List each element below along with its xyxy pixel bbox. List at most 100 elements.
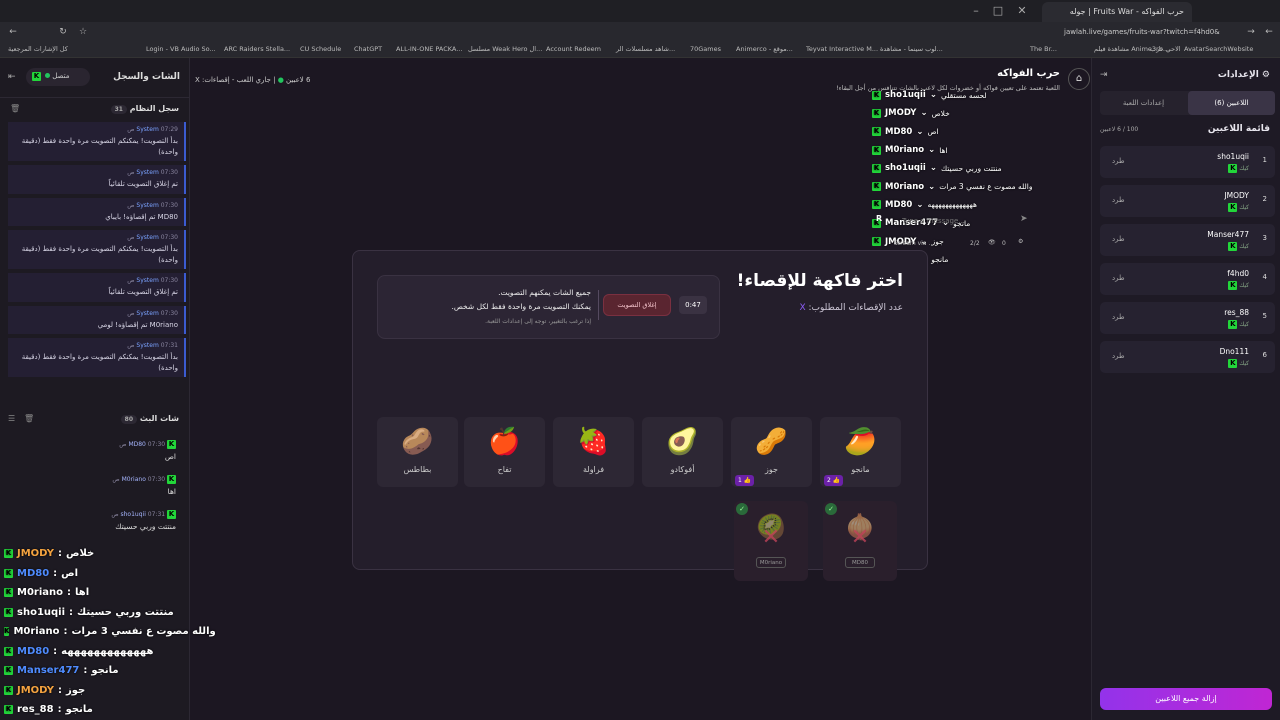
- overlay-username: MD80: [17, 567, 50, 579]
- bookmark-item[interactable]: شاهد مسلسلات الر...: [616, 45, 675, 53]
- minimize-icon[interactable]: –: [966, 4, 986, 17]
- address-bar[interactable]: jawlah.live/games/fruits-war?twitch=f4hd…: [1060, 25, 1220, 39]
- kick-logo-icon: K: [872, 200, 881, 210]
- player-rank: 3: [1262, 234, 1267, 242]
- platform-label: كيك: [1237, 165, 1249, 172]
- close-window-icon[interactable]: ✕: [1012, 4, 1032, 17]
- bookmark-item[interactable]: Teyvat Interactive M...: [806, 45, 878, 53]
- collapse-panel-icon[interactable]: ⇤: [8, 72, 16, 82]
- kick-logo-icon: K: [4, 549, 13, 559]
- separator: :: [53, 645, 58, 657]
- vote-info-line-1: جميع الشات يمكنهم التصويت.: [498, 288, 591, 297]
- bookmark-item[interactable]: 70Games: [690, 45, 721, 53]
- stream-info-row: Stream via ... 2/2 👁 0 ⚙: [876, 238, 1032, 250]
- stream-chat-title: شات البث 80: [120, 414, 179, 424]
- player-rank: 1: [1262, 156, 1267, 164]
- kick-logo-icon: K: [4, 568, 13, 578]
- collapse-settings-icon[interactable]: ⇥: [1100, 70, 1108, 80]
- overlay-message: اها: [75, 587, 90, 599]
- trash-icon[interactable]: 🗑: [24, 414, 34, 423]
- player-name: f4hd0: [1227, 269, 1249, 278]
- kick-logo-icon: K: [1228, 359, 1238, 368]
- chevron-down-icon: ⌄: [916, 199, 924, 210]
- game-status: 6 لاعبين ● | جاري اللعب - إقصاءات: X: [195, 76, 311, 84]
- trash-icon[interactable]: 🗑: [10, 104, 20, 113]
- overlay-username: MD80: [885, 199, 913, 210]
- kick-logo-icon: K: [1228, 320, 1238, 329]
- player-platform: K كيك: [1228, 242, 1249, 251]
- filter-icon[interactable]: ☰: [8, 414, 15, 423]
- online-dot-icon: [45, 73, 50, 78]
- player-row: 4 f4hd0 K كيك طرد: [1100, 263, 1275, 295]
- walnut-icon: 🥜: [755, 427, 788, 457]
- kick-all-button[interactable]: إزالة جميع اللاعبين: [1100, 688, 1272, 710]
- tab-game-settings[interactable]: إعدادات اللعبة: [1100, 91, 1187, 115]
- chevron-down-icon: ⌄: [929, 90, 937, 101]
- log-message: System 07:31 ص بدأ التصويت! يمكنكم التصوي…: [8, 338, 186, 377]
- bookmark-item[interactable]: The Br...: [1030, 45, 1057, 53]
- back-icon[interactable]: ←: [6, 25, 20, 39]
- bookmark-item[interactable]: مسلسل Weak Hero ال...: [468, 45, 542, 53]
- eye-count: 0: [1002, 240, 1006, 247]
- kick-player-button[interactable]: طرد: [1112, 196, 1125, 204]
- bookmark-item[interactable]: Account Redeem: [546, 45, 601, 53]
- potato-icon: 🥔: [401, 427, 434, 457]
- bookmark-item[interactable]: الاحي عرب: [1150, 45, 1181, 53]
- kick-logo-icon: K: [4, 705, 13, 715]
- overlay-chat-line: K M0riano ⌄ اها: [872, 141, 1092, 159]
- maximize-icon[interactable]: □: [988, 4, 1008, 17]
- send-icon[interactable]: ➤: [1020, 214, 1028, 224]
- bookmark-item[interactable]: Login - VB Audio So...: [146, 45, 216, 53]
- viewers-count: 2/2: [970, 240, 980, 247]
- tab-players[interactable]: اللاعبين (6): [1188, 91, 1275, 115]
- kick-player-button[interactable]: طرد: [1112, 157, 1125, 165]
- forward-icon[interactable]: →: [1244, 25, 1258, 39]
- refresh-icon[interactable]: ↻: [56, 25, 70, 39]
- bookmark-item[interactable]: ChatGPT: [354, 45, 382, 53]
- fruit-label: بطاطس: [403, 465, 432, 474]
- separator: :: [63, 626, 68, 638]
- message-meta: System 07:30 ص: [14, 234, 178, 241]
- bookmark-item[interactable]: كل الإشارات المرجعية: [8, 45, 68, 53]
- fruit-card[interactable]: 🍓 فراولة: [553, 417, 634, 487]
- bookmark-item[interactable]: ARC Raiders Stella...: [224, 45, 290, 53]
- bookmark-item[interactable]: ALL-IN-ONE PACKA...: [396, 45, 462, 53]
- fruit-label: جوز: [765, 465, 778, 474]
- fruit-card[interactable]: 🍎 تفاح: [464, 417, 545, 487]
- player-platform: K كيك: [1228, 203, 1249, 212]
- bookmark-item[interactable]: Animerco - موقع...: [736, 45, 793, 53]
- cross-icon: ✕: [761, 525, 781, 550]
- sender-name: System: [136, 201, 159, 209]
- eliminated-player-tag: MD80: [845, 557, 875, 568]
- bookmark-star-icon[interactable]: ☆: [76, 25, 90, 39]
- player-row: 5 res_88 K كيك طرد: [1100, 302, 1275, 334]
- fruit-card[interactable]: 🥑 أفوكادو: [642, 417, 723, 487]
- message-text: MD80 تم إقصاؤه! بايباي: [105, 212, 178, 221]
- bookmark-item[interactable]: AvatarSearchWebsite: [1184, 45, 1253, 53]
- bookmark-item[interactable]: لوب سينما - مشاهدة...: [880, 45, 943, 53]
- fruit-label: تفاح: [497, 465, 512, 474]
- player-row: 2 JMODY K كيك طرد: [1100, 185, 1275, 217]
- bookmarks-bar: كل الإشارات المرجعية Login - VB Audio So.…: [0, 42, 1280, 58]
- separator: :: [83, 665, 88, 677]
- back-nav-icon[interactable]: ←: [1262, 25, 1276, 39]
- players-count: 6 لاعبين: [286, 76, 311, 84]
- bookmark-item[interactable]: CU Schedule: [300, 45, 341, 53]
- mango-icon: 🥭: [844, 427, 877, 457]
- kick-player-button[interactable]: طرد: [1112, 235, 1125, 243]
- fruit-card[interactable]: 🥔 بطاطس: [377, 417, 458, 487]
- browser-tab[interactable]: حرب الفواكه - Fruits War | جوله: [1042, 2, 1192, 22]
- settings-gear-icon[interactable]: ⚙: [1018, 238, 1023, 245]
- strawberry-icon: 🍓: [577, 427, 610, 457]
- message-text: بدأ التصويت! يمكنكم التصويت مرة واحدة فق…: [21, 137, 178, 156]
- overlay-username: res_88: [17, 704, 54, 716]
- status-label: متصل: [52, 72, 70, 80]
- kick-player-button[interactable]: طرد: [1112, 313, 1125, 321]
- kick-player-button[interactable]: طرد: [1112, 274, 1125, 282]
- kick-player-button[interactable]: طرد: [1112, 352, 1125, 360]
- overlay-username: M0riano: [13, 626, 60, 638]
- close-vote-button[interactable]: إغلاق التصويت: [603, 294, 671, 316]
- avocado-icon: 🥑: [666, 427, 699, 457]
- message-text: بدأ التصويت! يمكنكم التصويت مرة واحدة فق…: [21, 245, 178, 264]
- chat-message-input[interactable]: [902, 214, 1012, 228]
